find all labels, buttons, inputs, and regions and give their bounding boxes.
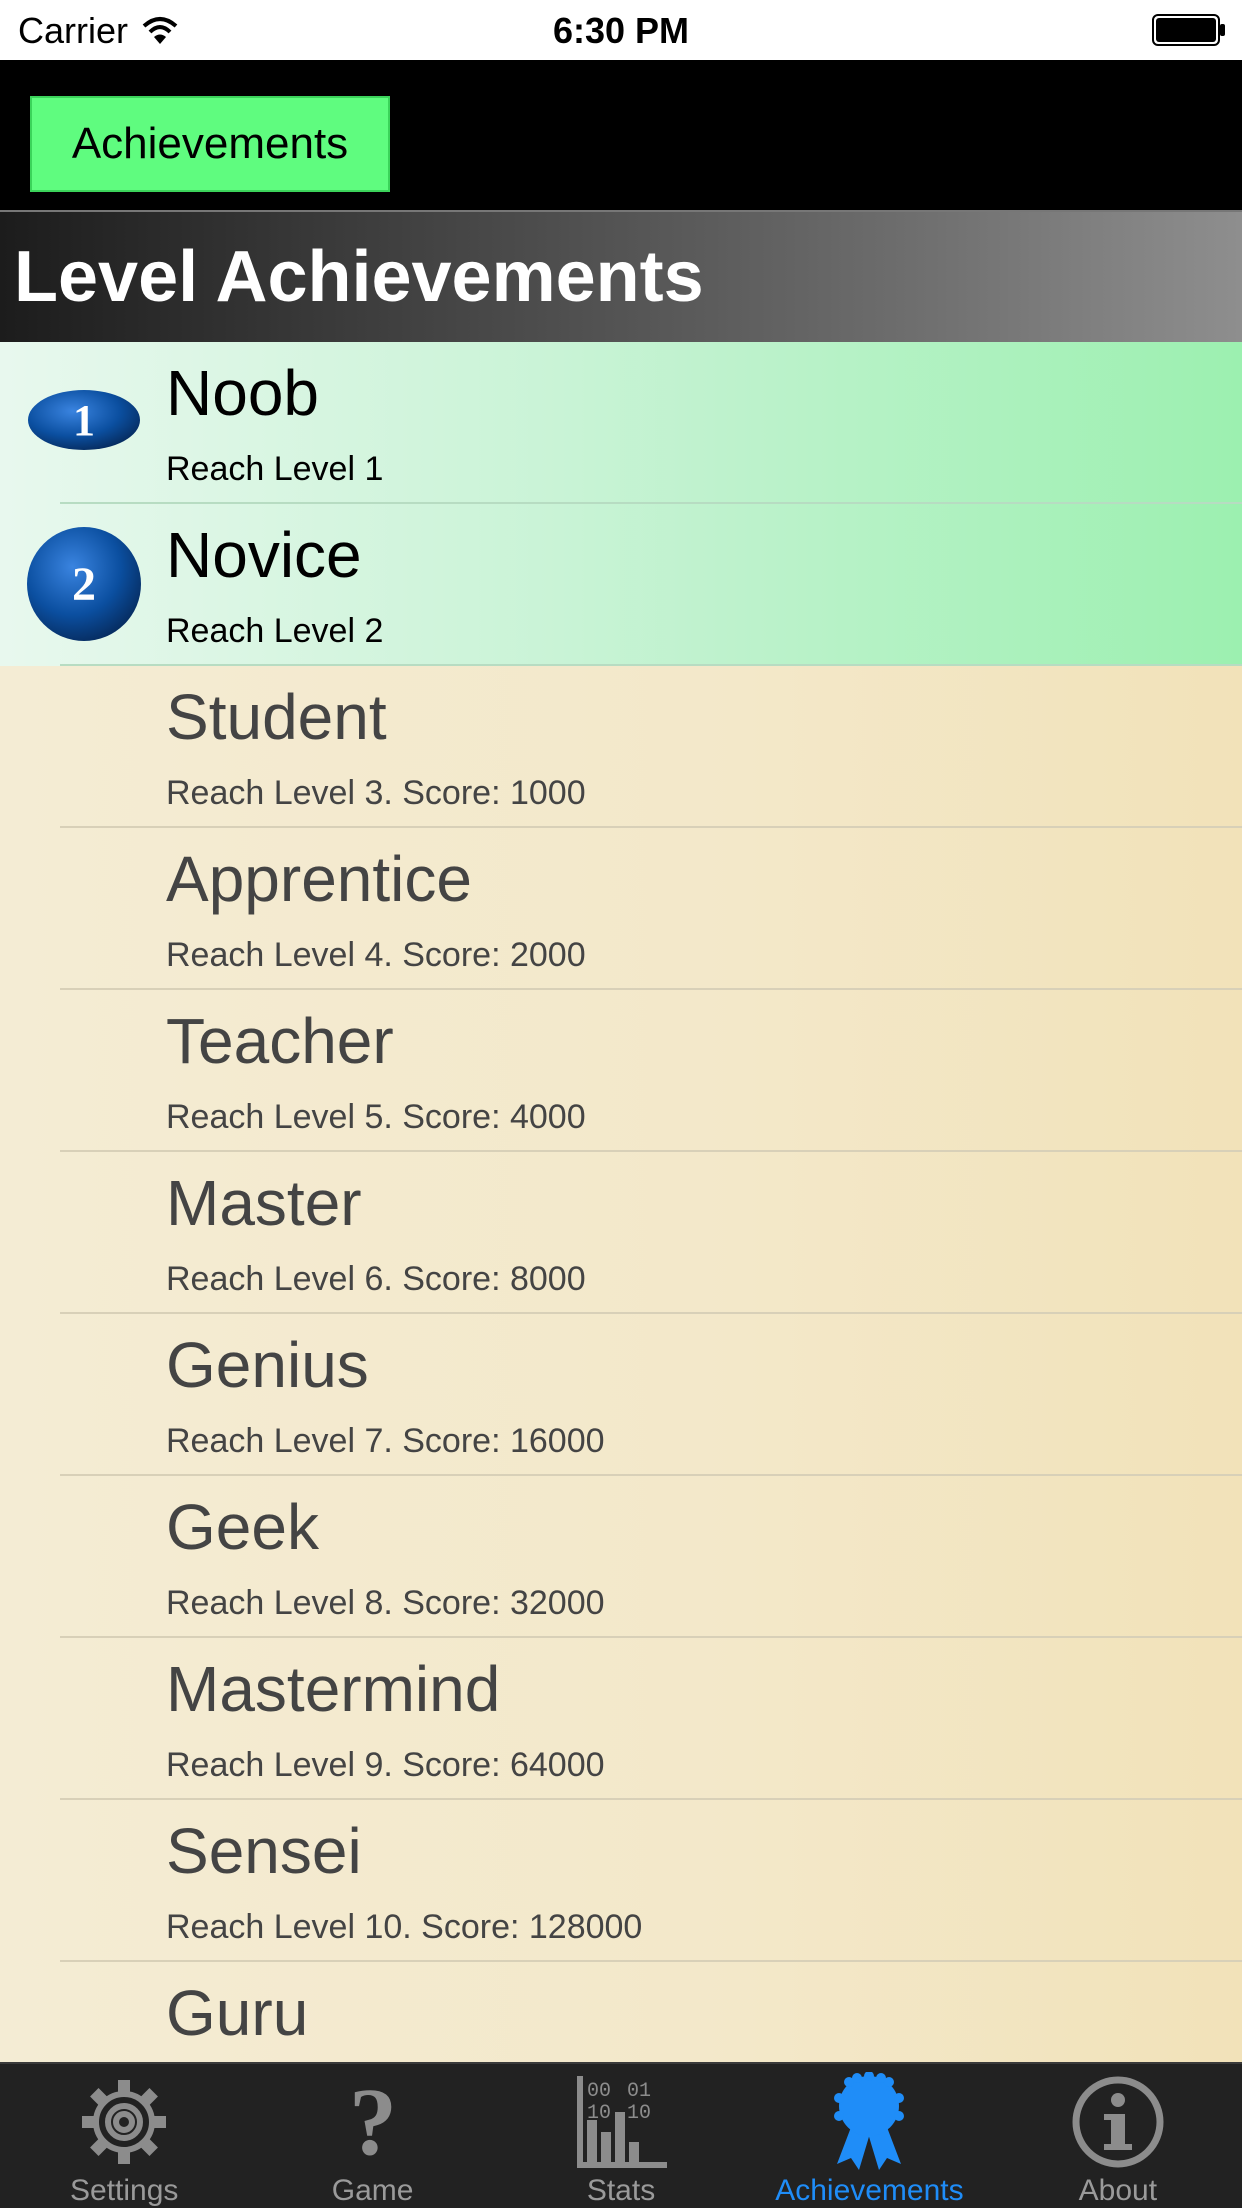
section-header: Level Achievements xyxy=(0,210,1242,342)
achievement-row-apprentice[interactable]: Apprentice Reach Level 4. Score: 2000 xyxy=(0,828,1242,990)
svg-text:10: 10 xyxy=(627,2102,651,2125)
achievement-row-master[interactable]: Master Reach Level 6. Score: 8000 xyxy=(0,1152,1242,1314)
level-1-badge-icon: 1 xyxy=(28,390,140,450)
stats-icon: 00 01 10 10 xyxy=(577,2076,668,2168)
achievement-row-student[interactable]: Student Reach Level 3. Score: 1000 xyxy=(0,666,1242,828)
section-title: Level Achievements xyxy=(14,237,704,317)
achievement-subtitle: Reach Level 9. Score: 64000 xyxy=(166,1746,605,1784)
achievements-list[interactable]: 1 Noob Reach Level 1 2 Novice Reach Leve… xyxy=(0,342,1242,2062)
level-2-badge-icon: 2 xyxy=(27,527,141,641)
achievement-row-mastermind[interactable]: Mastermind Reach Level 9. Score: 64000 xyxy=(0,1638,1242,1800)
tab-settings[interactable]: Settings xyxy=(0,2064,248,2208)
info-icon xyxy=(1072,2076,1164,2168)
achievement-title: Apprentice xyxy=(166,843,472,915)
tab-label: Settings xyxy=(70,2174,179,2207)
achievement-subtitle: Reach Level 4. Score: 2000 xyxy=(166,936,586,974)
tab-about[interactable]: About xyxy=(994,2064,1242,2208)
svg-text:2: 2 xyxy=(72,558,96,611)
svg-text:00: 00 xyxy=(587,2080,611,2103)
svg-text:01: 01 xyxy=(627,2080,651,2103)
achievement-subtitle: Reach Level 3. Score: 1000 xyxy=(166,774,586,812)
status-time: 6:30 PM xyxy=(552,10,690,51)
achievement-title: Geek xyxy=(166,1491,319,1563)
achievement-row-novice[interactable]: 2 Novice Reach Level 2 xyxy=(0,504,1242,666)
question-icon: ? xyxy=(349,2072,397,2172)
achievement-row-genius[interactable]: Genius Reach Level 7. Score: 16000 xyxy=(0,1314,1242,1476)
tab-label: Stats xyxy=(586,2174,656,2207)
svg-text:?: ? xyxy=(349,2072,397,2172)
achievement-title: Student xyxy=(166,681,387,753)
achievement-row-noob[interactable]: 1 Noob Reach Level 1 xyxy=(0,342,1242,504)
achievement-subtitle: Reach Level 6. Score: 8000 xyxy=(166,1260,586,1298)
ribbon-icon xyxy=(834,2072,905,2170)
achievement-title: Sensei xyxy=(166,1815,362,1887)
svg-text:1: 1 xyxy=(73,396,95,445)
achievement-subtitle: Reach Level 7. Score: 16000 xyxy=(166,1422,605,1460)
svg-text:10: 10 xyxy=(587,2102,611,2125)
tab-bar: Settings ? Game 00 01 10 10 Stats Achiev… xyxy=(0,2062,1242,2208)
achievement-subtitle: Reach Level 10. Score: 128000 xyxy=(166,1908,643,1946)
tab-game[interactable]: ? Game xyxy=(248,2064,496,2208)
gear-icon xyxy=(82,2080,167,2164)
achievement-title: Genius xyxy=(166,1329,369,1401)
status-bar: Carrier 6:30 PM xyxy=(0,0,1242,60)
achievement-row-guru[interactable]: Guru xyxy=(0,1962,1242,2062)
achievement-row-sensei[interactable]: Sensei Reach Level 10. Score: 128000 xyxy=(0,1800,1242,1962)
nav-bar: Achievements xyxy=(0,60,1242,210)
achievement-title: Master xyxy=(166,1167,362,1239)
tab-label: Game xyxy=(331,2174,414,2207)
tab-achievements[interactable]: Achievements xyxy=(745,2064,993,2208)
battery-icon xyxy=(1152,14,1225,46)
achievement-title: Novice xyxy=(166,519,362,591)
achievement-subtitle: Reach Level 5. Score: 4000 xyxy=(166,1098,586,1136)
achievement-title: Guru xyxy=(166,1977,309,2049)
achievements-nav-button[interactable]: Achievements xyxy=(30,96,390,192)
tab-stats[interactable]: 00 01 10 10 Stats xyxy=(497,2064,745,2208)
tab-label: About xyxy=(1078,2174,1158,2207)
achievement-title: Noob xyxy=(166,357,319,429)
tab-label: Achievements xyxy=(775,2174,964,2207)
achievement-subtitle: Reach Level 1 xyxy=(166,450,384,488)
achievement-row-teacher[interactable]: Teacher Reach Level 5. Score: 4000 xyxy=(0,990,1242,1152)
achievement-title: Teacher xyxy=(166,1005,394,1077)
achievement-subtitle: Reach Level 8. Score: 32000 xyxy=(166,1584,605,1622)
achievement-subtitle: Reach Level 2 xyxy=(166,612,384,650)
achievement-row-geek[interactable]: Geek Reach Level 8. Score: 32000 xyxy=(0,1476,1242,1638)
achievement-title: Mastermind xyxy=(166,1653,501,1725)
